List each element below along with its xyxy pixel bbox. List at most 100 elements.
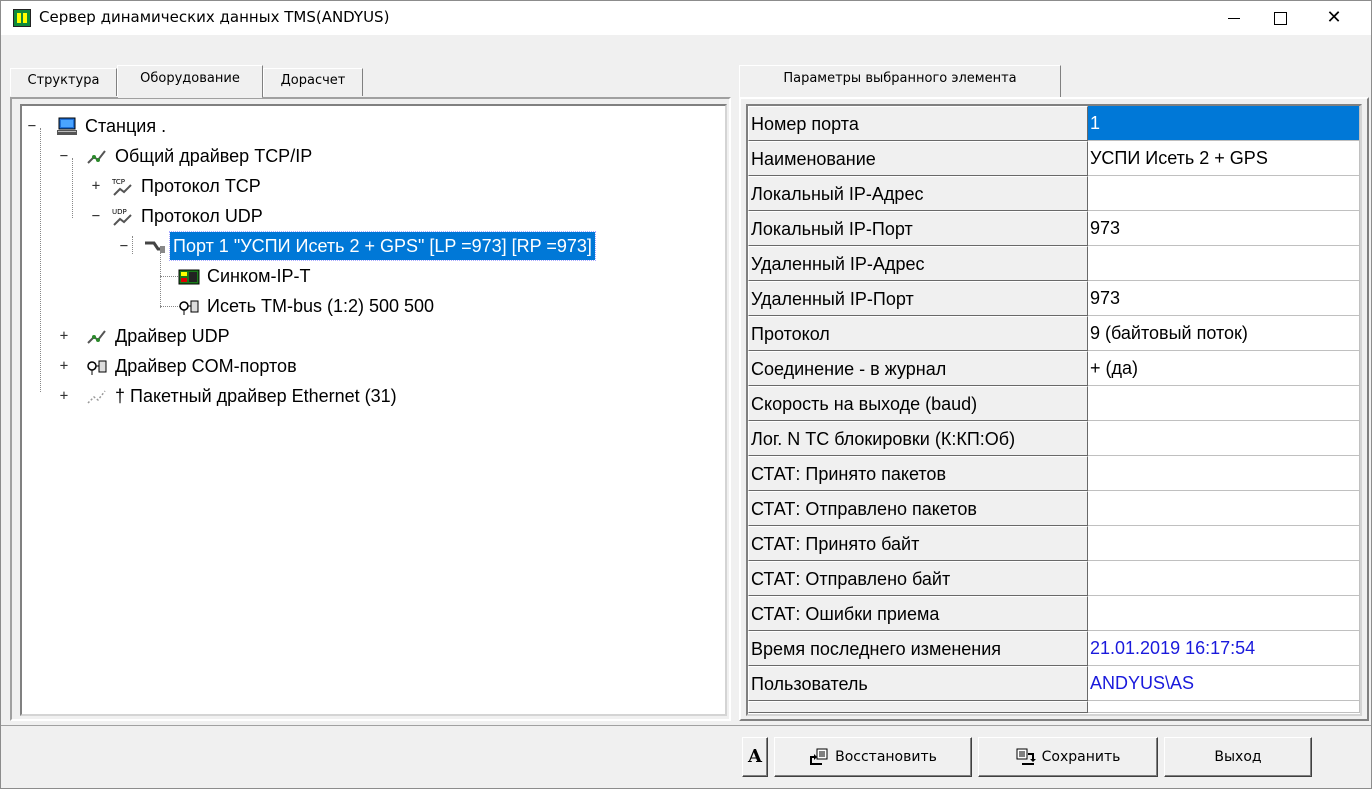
restore-icon [810, 748, 828, 765]
property-value[interactable] [1088, 246, 1360, 281]
property-name: СТАТ: Ошибки приема [748, 596, 1088, 631]
expand-icon[interactable]: + [58, 382, 70, 410]
tree-node-sincom[interactable]: Синком-IP-T [178, 262, 313, 290]
property-name: СТАТ: Отправлено байт [748, 561, 1088, 596]
udp-protocol-icon: UDP [112, 208, 132, 226]
property-row[interactable]: Локальный IP-Порт 973 [748, 211, 1360, 246]
property-value[interactable] [1088, 386, 1360, 421]
collapse-icon[interactable]: − [90, 202, 102, 230]
property-value[interactable]: УСПИ Исеть 2 + GPS [1088, 141, 1360, 176]
property-row[interactable]: Скорость на выходе (baud) [748, 386, 1360, 421]
app-window: Сервер динамических данных TMS(ANDYUS) ✕… [0, 0, 1372, 789]
tree-line [160, 306, 180, 307]
save-icon [1016, 748, 1036, 765]
property-name: Лог. N ТС блокировки (К:КП:Об) [748, 421, 1088, 456]
packet-driver-icon [87, 390, 106, 404]
property-name: СТАТ: Принято пакетов [748, 456, 1088, 491]
property-row[interactable]: Номер порта 1 [748, 106, 1360, 141]
network-driver-icon [87, 330, 106, 344]
property-value[interactable] [1088, 421, 1360, 456]
maximize-button[interactable] [1257, 1, 1303, 35]
property-value[interactable]: 21.01.2019 16:17:54 [1088, 631, 1360, 666]
property-row[interactable]: Протокол 9 (байтовый поток) [748, 316, 1360, 351]
property-value[interactable] [1088, 596, 1360, 631]
tab-selected-element-params[interactable]: Параметры выбранного элемента [739, 65, 1061, 97]
expand-icon[interactable]: + [58, 322, 70, 350]
property-row[interactable]: СТАТ: Принято пакетов [748, 456, 1360, 491]
restore-button[interactable]: Восстановить [774, 737, 972, 777]
save-button[interactable]: Сохранить [978, 737, 1158, 777]
tab-structure[interactable]: Структура [10, 68, 117, 96]
property-name: Номер порта [748, 106, 1088, 141]
network-driver-icon [87, 150, 106, 164]
property-row[interactable]: Время последнего изменения 21.01.2019 16:… [748, 631, 1360, 666]
property-name: Удаленный IP-Порт [748, 281, 1088, 316]
property-name [748, 701, 1088, 713]
expand-icon[interactable]: + [90, 172, 102, 200]
property-row[interactable]: Удаленный IP-Адрес [748, 246, 1360, 281]
property-name: СТАТ: Отправлено пакетов [748, 491, 1088, 526]
equipment-tree[interactable]: − Станция . − Общий драйвер TCP/IP + TCP… [20, 104, 727, 716]
exit-button[interactable]: Выход [1164, 737, 1312, 777]
font-button[interactable]: A [742, 737, 768, 777]
collapse-icon[interactable]: − [118, 232, 130, 260]
property-name: Время последнего изменения [748, 631, 1088, 666]
property-name: Локальный IP-Порт [748, 211, 1088, 246]
minimize-button[interactable] [1211, 1, 1257, 35]
title-bar: Сервер динамических данных TMS(ANDYUS) ✕ [1, 1, 1371, 35]
property-row[interactable]: Удаленный IP-Порт 973 [748, 281, 1360, 316]
property-row[interactable]: Соединение - в журнал + (да) [748, 351, 1360, 386]
tree-node-iset-tmbus[interactable]: Исеть TM-bus (1:2) 500 500 [178, 292, 437, 320]
property-name: Скорость на выходе (baud) [748, 386, 1088, 421]
port-icon [145, 241, 165, 254]
property-name: Протокол [748, 316, 1088, 351]
property-value[interactable] [1088, 176, 1360, 211]
property-value[interactable]: 1 [1088, 106, 1360, 141]
property-grid: Номер порта 1 Наименование УСПИ Исеть 2 + G… [746, 104, 1362, 716]
tcp-protocol-icon: TCP [112, 178, 132, 196]
property-row[interactable]: СТАТ: Принято байт [748, 526, 1360, 561]
property-name: Пользователь [748, 666, 1088, 701]
property-name: Наименование [748, 141, 1088, 176]
property-name: Удаленный IP-Адрес [748, 246, 1088, 281]
property-value[interactable] [1088, 456, 1360, 491]
svg-text:UDP: UDP [112, 208, 127, 216]
property-value[interactable]: ANDYUS\AS [1088, 666, 1360, 701]
property-row[interactable]: СТАТ: Ошибки приема [748, 596, 1360, 631]
property-name: Локальный IP-Адрес [748, 176, 1088, 211]
property-row[interactable]: Наименование УСПИ Исеть 2 + GPS [748, 141, 1360, 176]
expand-icon[interactable]: + [58, 352, 70, 380]
collapse-icon[interactable]: − [26, 112, 38, 140]
app-icon [13, 9, 31, 27]
tree-line [40, 128, 41, 392]
property-value[interactable]: + (да) [1088, 351, 1360, 386]
property-row[interactable]: Лог. N ТС блокировки (К:КП:Об) [748, 421, 1360, 456]
property-value[interactable] [1088, 561, 1360, 596]
property-value[interactable]: 973 [1088, 281, 1360, 316]
minimize-icon [1228, 17, 1240, 19]
tree-line [72, 158, 73, 218]
close-button[interactable]: ✕ [1311, 1, 1357, 35]
property-value[interactable]: 9 (байтовый поток) [1088, 316, 1360, 351]
property-row[interactable]: СТАТ: Отправлено пакетов [748, 491, 1360, 526]
property-name: СТАТ: Принято байт [748, 526, 1088, 561]
tree-line [160, 276, 180, 277]
property-name: Соединение - в журнал [748, 351, 1088, 386]
property-value[interactable] [1088, 491, 1360, 526]
device-link-icon [179, 300, 199, 316]
property-value[interactable]: 973 [1088, 211, 1360, 246]
property-row[interactable]: СТАТ: Отправлено байт [748, 561, 1360, 596]
property-value [1088, 701, 1360, 713]
tab-recalc[interactable]: Дорасчет [263, 68, 363, 96]
property-row-empty [748, 701, 1360, 713]
computer-icon [57, 117, 77, 136]
window-title: Сервер динамических данных TMS(ANDYUS) [39, 8, 390, 26]
close-icon: ✕ [1326, 7, 1342, 28]
maximize-icon [1273, 11, 1287, 25]
property-row[interactable]: Локальный IP-Адрес [748, 176, 1360, 211]
property-value[interactable] [1088, 526, 1360, 561]
tab-equipment[interactable]: Оборудование [117, 65, 263, 98]
property-row[interactable]: Пользователь ANDYUS\AS [748, 666, 1360, 701]
collapse-icon[interactable]: − [58, 142, 70, 170]
tree-line [132, 236, 133, 254]
